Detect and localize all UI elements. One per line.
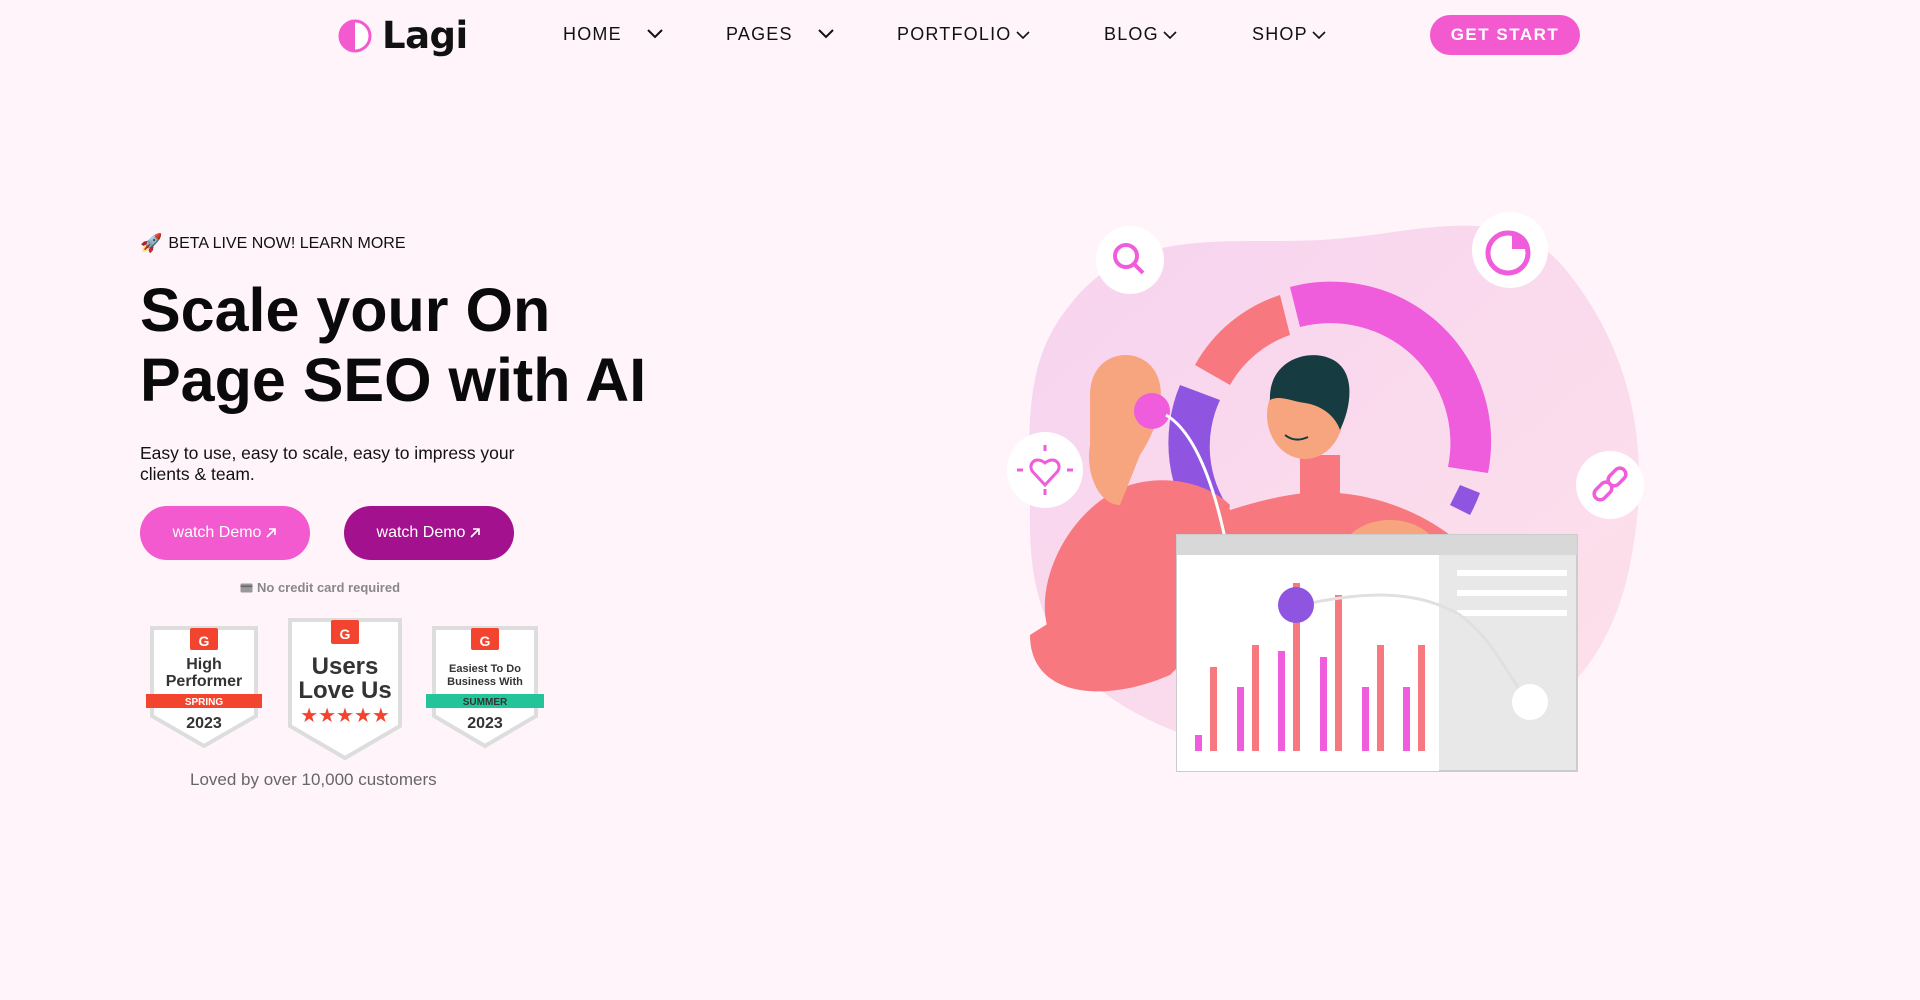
beta-announcement-link[interactable]: 🚀 BETA LIVE NOW! LEARN MORE bbox=[140, 233, 406, 254]
nav-home-label: HOME bbox=[563, 24, 622, 44]
nav-portfolio[interactable]: PORTFOLIO bbox=[897, 24, 1030, 45]
badge-year: 2023 bbox=[186, 715, 222, 732]
badge-line1: Users bbox=[312, 653, 379, 680]
search-icon bbox=[1096, 226, 1164, 294]
badge-ribbon: SUMMER bbox=[463, 697, 508, 708]
chart-dot-white bbox=[1512, 684, 1548, 720]
headline-line-2: Page SEO with AI bbox=[140, 346, 647, 414]
badge-year: 2023 bbox=[467, 715, 503, 732]
no-credit-card-note: No credit card required bbox=[240, 580, 400, 595]
top-navigation: Lagi HOME PAGES PORTFOLIO BLOG SHOP GET … bbox=[0, 0, 1920, 70]
badge-line2: Love Us bbox=[298, 677, 391, 704]
chevron-down-icon bbox=[1312, 30, 1326, 39]
g2-badge-easiest-to-do-business: G Easiest To Do Business With SUMMER 202… bbox=[426, 626, 544, 749]
g2-badge-high-performer: G High Performer SPRING 2023 bbox=[146, 626, 262, 749]
nav-shop-label: SHOP bbox=[1252, 24, 1308, 44]
pie-chart-icon bbox=[1472, 212, 1548, 288]
nav-blog-label: BLOG bbox=[1104, 24, 1159, 44]
brand-logo[interactable]: Lagi bbox=[338, 14, 468, 57]
brand-name: Lagi bbox=[382, 14, 468, 57]
nav-portfolio-label: PORTFOLIO bbox=[897, 24, 1012, 44]
chevron-down-icon bbox=[647, 28, 663, 38]
nav-pages-label: PAGES bbox=[726, 24, 793, 44]
heart-icon bbox=[1007, 432, 1083, 508]
headline-line-1: Scale your On bbox=[140, 276, 551, 344]
ball bbox=[1134, 393, 1170, 429]
chevron-down-icon bbox=[817, 28, 834, 38]
watch-demo-label: watch Demo bbox=[172, 524, 262, 541]
watch-demo-button-secondary[interactable]: watch Demo bbox=[344, 506, 514, 560]
arrow-up-right-icon bbox=[266, 528, 277, 538]
chevron-down-icon bbox=[1163, 30, 1177, 39]
arrow-up-right-icon bbox=[470, 528, 481, 538]
link-icon bbox=[1576, 451, 1644, 519]
five-stars-icon: ★★★★★ bbox=[300, 705, 390, 727]
svg-text:G: G bbox=[199, 633, 210, 649]
chart-dot bbox=[1278, 587, 1314, 623]
badge-line2: Performer bbox=[166, 673, 242, 690]
watch-demo-label: watch Demo bbox=[376, 524, 466, 541]
chevron-down-icon bbox=[1015, 30, 1030, 39]
badge-line1: Easiest To Do bbox=[449, 663, 521, 675]
hero-subtext: Easy to use, easy to scale, easy to impr… bbox=[140, 443, 515, 484]
card-icon bbox=[240, 583, 253, 592]
hero-illustration bbox=[1007, 212, 1644, 772]
nav-blog[interactable]: BLOG bbox=[1104, 24, 1177, 45]
nav-pages[interactable]: PAGES bbox=[726, 24, 837, 45]
badge-line2: Business With bbox=[447, 676, 523, 688]
social-proof-text: Loved by over 10,000 customers bbox=[190, 770, 437, 789]
g2-badge-users-love-us: G Users Love Us ★★★★★ bbox=[288, 618, 402, 761]
svg-text:G: G bbox=[340, 626, 351, 642]
get-start-button[interactable]: GET START bbox=[1430, 15, 1580, 55]
hero-headline: Scale your On Page SEO with AI bbox=[140, 275, 700, 415]
no-credit-card-text: No credit card required bbox=[257, 580, 401, 595]
beta-text: BETA LIVE NOW! LEARN MORE bbox=[168, 234, 406, 252]
logo-icon bbox=[338, 19, 372, 52]
nav-shop[interactable]: SHOP bbox=[1252, 24, 1326, 45]
badge-ribbon: SPRING bbox=[185, 697, 224, 708]
watch-demo-button-primary[interactable]: watch Demo bbox=[140, 506, 310, 560]
badge-line1: High bbox=[186, 656, 222, 673]
nav-home[interactable]: HOME bbox=[563, 24, 666, 45]
svg-text:G: G bbox=[480, 633, 491, 649]
rocket-icon: 🚀 bbox=[140, 233, 163, 253]
chart-board bbox=[1176, 534, 1578, 772]
